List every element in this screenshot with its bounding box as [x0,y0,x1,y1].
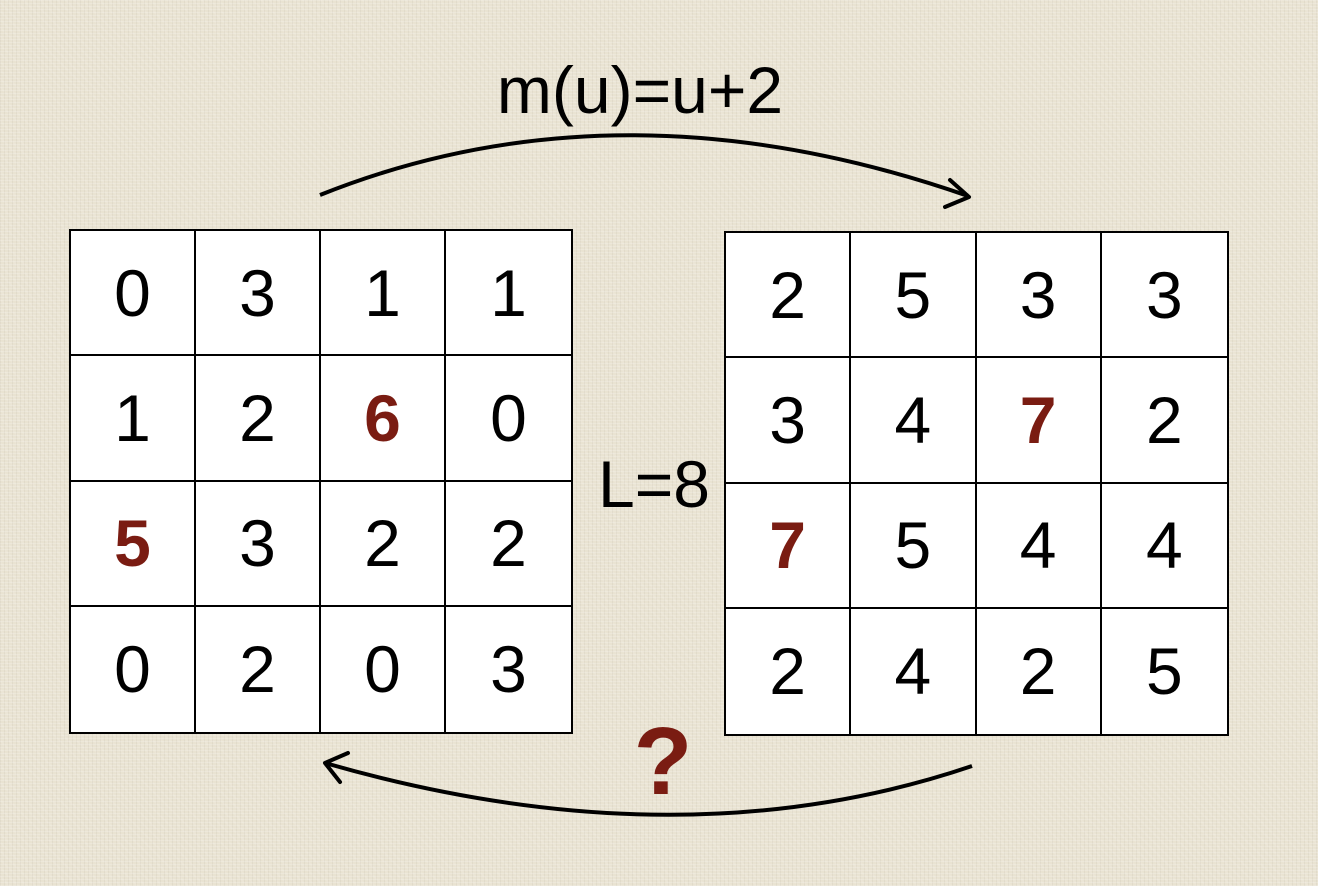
right-cell: 3 [726,358,852,484]
left-cell: 2 [446,482,571,607]
right-cell: 2 [1101,358,1227,484]
left-grid: 0 3 1 1 1 2 6 0 5 3 2 2 0 2 0 3 [69,229,573,734]
right-cell: 7 [726,483,852,609]
right-cell: 5 [851,483,977,609]
left-cell: 0 [71,231,196,357]
right-cell: 4 [851,358,977,484]
left-cell: 1 [446,231,571,357]
right-cell: 7 [976,358,1102,484]
right-cell: 5 [851,233,977,359]
left-cell: 0 [71,606,196,732]
left-cell: 1 [71,356,196,482]
right-cell: 5 [1146,634,1183,709]
right-cell: 3 [976,233,1102,359]
left-cell: 0 [446,356,571,482]
levels-label: L=8 [598,447,710,521]
forward-arrow-curve [319,133,969,198]
left-cell: 2 [196,606,321,732]
left-cell: 2 [321,481,446,607]
left-cell: 2 [196,356,321,482]
right-cell: 2 [726,233,852,359]
left-cell: 3 [196,481,321,607]
right-cell: 2 [726,608,852,734]
left-cell: 5 [71,481,196,607]
right-cell: 2 [977,608,1102,734]
left-cell: 3 [490,632,527,707]
left-cell: 6 [321,356,446,482]
left-cell: 3 [196,231,321,357]
right-grid: 2 5 3 3 3 4 7 2 7 5 4 4 2 4 2 5 [724,231,1229,736]
left-cell: 1 [321,231,446,357]
right-cell: 4 [851,608,977,734]
left-cell: 0 [321,606,446,732]
inverse-mapping-question: ? [633,708,693,815]
right-cell: 4 [976,483,1102,609]
right-cell: 4 [1101,484,1227,609]
right-cell: 3 [1101,233,1227,359]
mapping-function-label: m(u)=u+2 [496,53,784,127]
